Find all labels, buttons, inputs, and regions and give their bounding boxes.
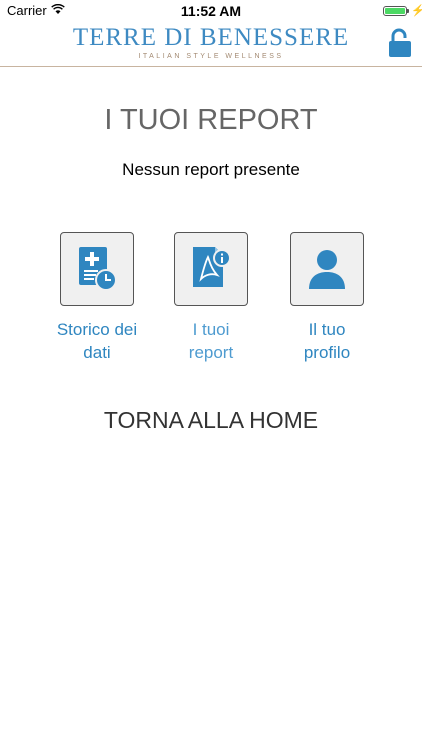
document-history-icon — [79, 247, 117, 291]
i-tuoi-report-label-line2: report — [188, 343, 234, 362]
i-tuoi-report-button[interactable]: I tuoi report — [155, 232, 267, 364]
battery-icon — [383, 6, 407, 16]
i-tuoi-report-label-line1: I tuoi — [192, 320, 230, 339]
page-title: I TUOI REPORT — [104, 104, 318, 136]
il-tuo-profilo-tile[interactable] — [290, 232, 364, 306]
unlocked-padlock-icon[interactable] — [388, 28, 412, 58]
pdf-report-icon — [193, 247, 231, 287]
il-tuo-profilo-button[interactable]: Il tuo profilo — [271, 232, 383, 364]
brand-subtitle: ITALIAN STYLE WELLNESS — [138, 53, 284, 60]
user-profile-icon — [309, 250, 345, 289]
empty-reports-message: Nessun report presente — [122, 160, 300, 179]
i-tuoi-report-label: I tuoi report — [155, 318, 267, 364]
storico-dati-button[interactable]: Storico dei dati — [41, 232, 153, 364]
storico-dati-label-line2: dati — [83, 343, 111, 362]
il-tuo-profilo-label: Il tuo profilo — [271, 318, 383, 364]
torna-alla-home-link[interactable]: TORNA ALLA HOME — [0, 407, 422, 434]
brand-title: TERRE DI BENESSERE — [72, 24, 350, 51]
i-tuoi-report-tile[interactable] — [174, 232, 248, 306]
il-tuo-profilo-label-line2: profilo — [303, 343, 351, 362]
storico-dati-label-line1: Storico dei — [56, 320, 138, 339]
il-tuo-profilo-label-line1: Il tuo — [308, 320, 346, 339]
app-header: TERRE DI BENESSERE ITALIAN STYLE WELLNES… — [0, 22, 422, 67]
storico-dati-tile[interactable] — [60, 232, 134, 306]
clock: 11:52 AM — [180, 3, 242, 19]
storico-dati-label: Storico dei dati — [41, 318, 153, 364]
battery-cap — [407, 9, 409, 13]
status-bar: Carrier 11:52 AM ⚡ — [0, 0, 422, 22]
charging-icon: ⚡ — [411, 5, 422, 17]
